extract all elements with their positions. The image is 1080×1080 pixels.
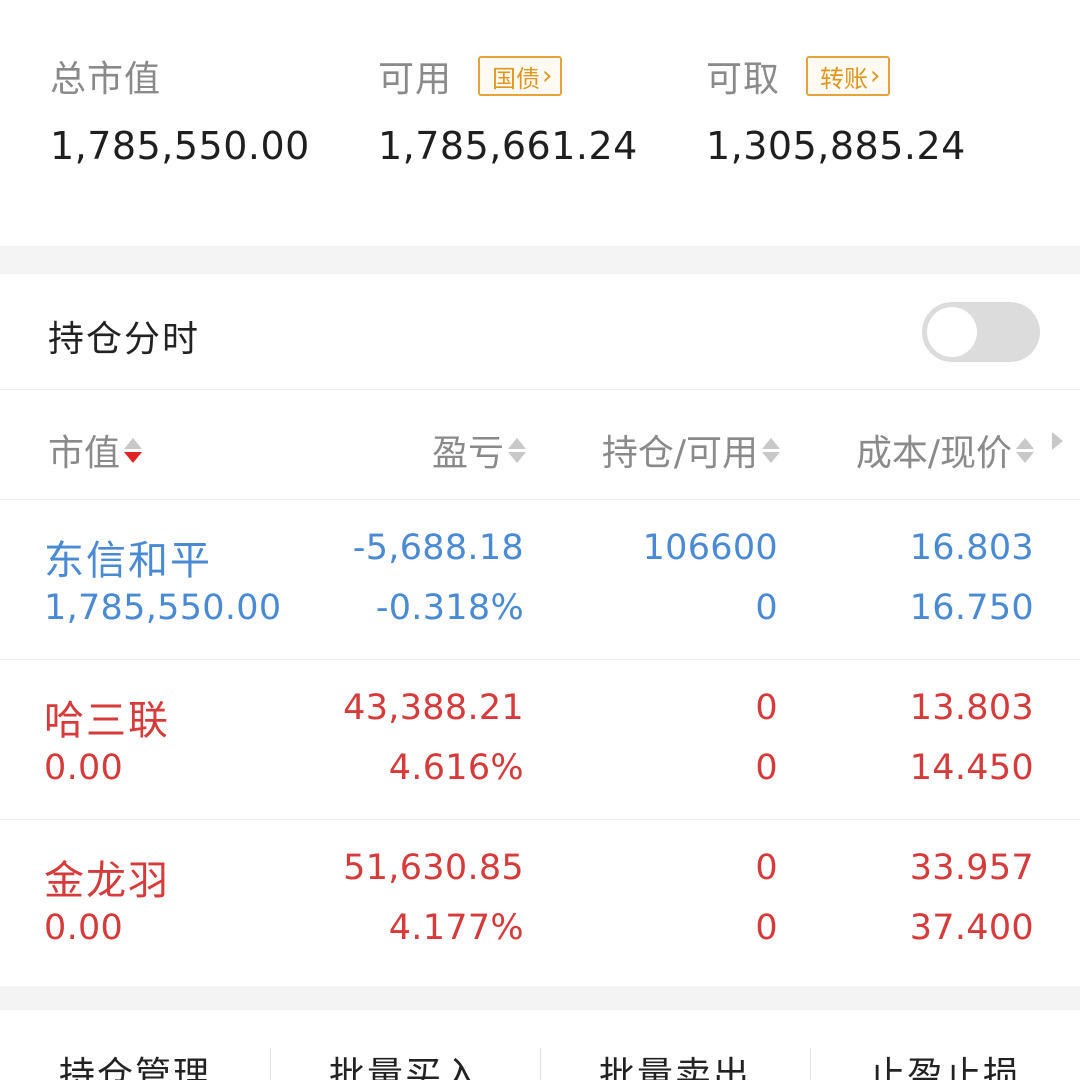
section-divider: [0, 986, 1080, 1010]
batch-sell-button[interactable]: 批量卖出: [540, 1046, 810, 1080]
batch-buy-button[interactable]: 批量买入: [270, 1046, 540, 1080]
take-profit-stop-loss-button[interactable]: 止盈止损: [810, 1046, 1080, 1080]
stock-profit-loss: 51,630.85: [343, 848, 524, 888]
chevron-right-icon: ›: [542, 61, 553, 91]
stock-market-value: 0.00: [44, 748, 124, 788]
holdings-page: 总市值 1,785,550.00 可用 国债 › 1,785,661.24 可取…: [0, 0, 1080, 1080]
sort-icon: [762, 437, 780, 463]
header-market-value: 市值: [48, 433, 121, 474]
sort-icon: [124, 437, 143, 463]
table-row[interactable]: 金龙羽 0.00 51,630.85 4.177% 0 0 33.957 37.…: [0, 820, 1080, 986]
holdings-table-header: 市值 盈亏 持仓/可用 成本/现价: [0, 390, 1080, 500]
intraday-position-toggle[interactable]: [922, 302, 1040, 362]
header-cost-price: 成本/现价: [855, 433, 1012, 474]
available-label: 可用: [378, 59, 453, 100]
stock-available: 0: [755, 588, 778, 628]
stock-profit-loss: 43,388.21: [343, 688, 524, 728]
scroll-right-icon[interactable]: [1052, 432, 1063, 450]
stock-profit-loss-pct: 4.177%: [388, 908, 524, 948]
available-value: 1,785,661.24: [378, 124, 638, 168]
stock-cost: 33.957: [909, 848, 1034, 888]
sort-icon: [1016, 437, 1034, 463]
transfer-button[interactable]: 转账 ›: [806, 56, 891, 96]
treasury-bond-label: 国债: [492, 64, 541, 93]
stock-position: 0: [755, 848, 778, 888]
sort-position-available[interactable]: 持仓/可用: [602, 424, 780, 476]
stock-price: 14.450: [909, 748, 1034, 788]
intraday-position-label: 持仓分时: [48, 319, 201, 360]
stock-position: 0: [755, 688, 778, 728]
header-position-available: 持仓/可用: [601, 433, 758, 474]
intraday-position-row: 持仓分时: [0, 274, 1080, 390]
stock-cost: 16.803: [909, 528, 1034, 568]
summary-total-market-value: 总市值 1,785,550.00: [50, 52, 310, 168]
stock-profit-loss-pct: -0.318%: [375, 588, 524, 628]
stock-profit-loss: -5,688.18: [352, 528, 524, 568]
stock-profit-loss-pct: 4.616%: [388, 748, 524, 788]
table-row[interactable]: 哈三联 0.00 43,388.21 4.616% 0 0 13.803 14.…: [0, 660, 1080, 820]
table-row[interactable]: 东信和平 1,785,550.00 -5,688.18 -0.318% 1066…: [0, 500, 1080, 660]
header-profit-loss: 盈亏: [431, 433, 504, 474]
treasury-bond-button[interactable]: 国债 ›: [478, 56, 563, 96]
stock-market-value: 0.00: [44, 908, 124, 948]
stock-cost: 13.803: [909, 688, 1034, 728]
total-market-value: 1,785,550.00: [50, 124, 310, 168]
stock-available: 0: [755, 748, 778, 788]
position-management-button[interactable]: 持仓管理: [0, 1046, 270, 1080]
summary-available: 可用 国债 › 1,785,661.24: [378, 52, 638, 168]
account-summary: 总市值 1,785,550.00 可用 国债 › 1,785,661.24 可取…: [0, 0, 1080, 246]
stock-price: 16.750: [909, 588, 1034, 628]
sort-profit-loss[interactable]: 盈亏: [432, 424, 526, 476]
bottom-action-bar: 持仓管理 批量买入 批量卖出 止盈止损: [0, 1010, 1080, 1080]
section-divider: [0, 246, 1080, 274]
toggle-knob: [927, 307, 977, 357]
stock-price: 37.400: [909, 908, 1034, 948]
total-market-value-label: 总市值: [50, 59, 162, 100]
sort-cost-price[interactable]: 成本/现价: [856, 424, 1034, 476]
withdrawable-value: 1,305,885.24: [706, 124, 966, 168]
summary-withdrawable: 可取 转账 › 1,305,885.24: [706, 52, 966, 168]
chevron-right-icon: ›: [870, 61, 881, 91]
sort-icon: [508, 437, 526, 463]
transfer-label: 转账: [820, 64, 869, 93]
stock-available: 0: [755, 908, 778, 948]
sort-market-value[interactable]: 市值: [48, 424, 143, 476]
stock-position: 106600: [642, 528, 778, 568]
stock-name: 哈三联: [44, 698, 170, 744]
stock-name: 东信和平: [44, 538, 212, 584]
withdrawable-label: 可取: [706, 59, 781, 100]
stock-name: 金龙羽: [44, 858, 170, 904]
stock-market-value: 1,785,550.00: [44, 588, 282, 628]
